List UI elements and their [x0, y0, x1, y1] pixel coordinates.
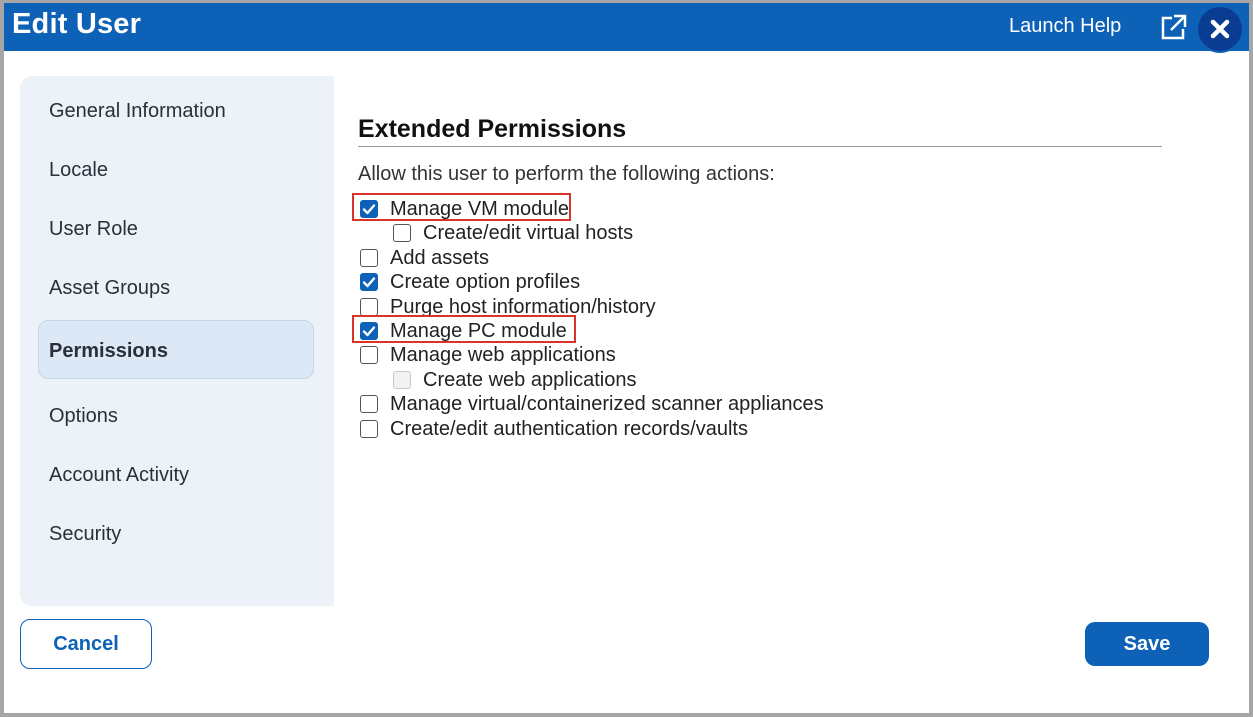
section-divider	[358, 146, 1162, 147]
permission-label: Manage VM module	[390, 198, 569, 220]
sidebar-item-asset-groups[interactable]: Asset Groups	[49, 277, 170, 300]
sidebar-item-label: Permissions	[49, 340, 168, 362]
permission-checkbox[interactable]	[360, 322, 378, 340]
permission-checkbox[interactable]	[360, 395, 378, 413]
sidebar-nav: General Information Locale User Role Ass…	[20, 76, 334, 606]
close-button[interactable]	[1198, 7, 1242, 51]
permission-label: Create web applications	[423, 369, 637, 391]
permissions-intro: Allow this user to perform the following…	[358, 163, 775, 185]
sidebar-item-account-activity[interactable]: Account Activity	[49, 464, 189, 487]
cancel-button[interactable]: Cancel	[20, 619, 152, 669]
permission-checkbox[interactable]	[360, 420, 378, 438]
launch-help-link[interactable]: Launch Help	[1009, 15, 1121, 38]
permission-label: Manage web applications	[390, 344, 616, 366]
sidebar-item-user-role[interactable]: User Role	[49, 218, 138, 241]
edit-user-dialog: Edit User Launch Help General Informatio…	[0, 0, 1253, 717]
sidebar-item-locale[interactable]: Locale	[49, 159, 108, 182]
permission-label: Add assets	[390, 247, 489, 269]
permission-checkbox[interactable]	[360, 249, 378, 267]
external-window-icon[interactable]	[1160, 13, 1188, 41]
permission-label: Create/edit authentication records/vault…	[390, 418, 748, 440]
permission-checkbox[interactable]	[360, 200, 378, 218]
permission-label: Manage PC module	[390, 320, 567, 342]
close-x-icon	[1210, 19, 1230, 39]
permission-checkbox[interactable]	[393, 224, 411, 242]
permission-checkbox[interactable]	[360, 273, 378, 291]
sidebar-item-general-information[interactable]: General Information	[49, 100, 226, 123]
permission-checkbox[interactable]	[360, 298, 378, 316]
permission-label: Create/edit virtual hosts	[423, 222, 634, 244]
dialog-title: Edit User	[12, 8, 142, 40]
save-button[interactable]: Save	[1085, 622, 1209, 666]
title-bar: Edit User Launch Help	[4, 3, 1249, 51]
permission-label: Manage virtual/containerized scanner app…	[390, 393, 824, 415]
sidebar-item-security[interactable]: Security	[49, 523, 121, 546]
permission-label: Create option profiles	[390, 271, 581, 293]
sidebar-item-permissions[interactable]: Permissions	[38, 320, 314, 379]
permission-checkbox[interactable]	[360, 346, 378, 364]
section-title: Extended Permissions	[358, 115, 627, 143]
sidebar-item-options[interactable]: Options	[49, 405, 118, 428]
permission-checkbox	[393, 371, 411, 389]
